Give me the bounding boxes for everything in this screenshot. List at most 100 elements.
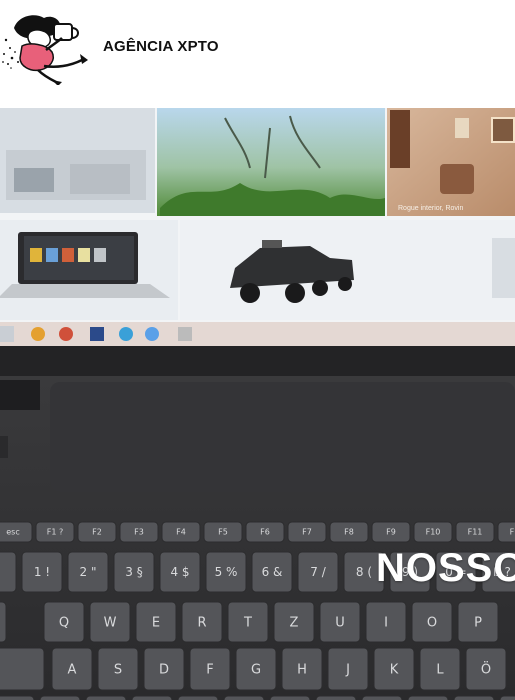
svg-text:^: ^ — [0, 565, 1, 579]
key[interactable] — [223, 695, 265, 700]
letter-key[interactable]: J — [327, 647, 369, 691]
letter-key[interactable]: Z — [273, 601, 315, 643]
key[interactable] — [131, 695, 173, 700]
svg-text:8 (: 8 ( — [356, 565, 372, 579]
svg-text:esc: esc — [6, 528, 20, 537]
function-key[interactable]: F11 — [455, 521, 495, 543]
function-key[interactable]: F3 — [119, 521, 159, 543]
letter-key[interactable]: U — [319, 601, 361, 643]
number-key[interactable]: 3 § — [113, 551, 155, 593]
svg-text:F2: F2 — [92, 528, 102, 537]
svg-text:F1 ?: F1 ? — [47, 528, 63, 537]
letter-key[interactable]: G — [235, 647, 277, 691]
letter-key[interactable]: E — [135, 601, 177, 643]
svg-text:F5: F5 — [218, 528, 228, 537]
svg-text:A: A — [68, 662, 77, 677]
svg-text:4 $: 4 $ — [170, 565, 189, 579]
function-key[interactable]: F9 — [371, 521, 411, 543]
letter-key[interactable]: A — [51, 647, 93, 691]
svg-text:P: P — [474, 615, 482, 630]
svg-text:1 !: 1 ! — [34, 565, 50, 579]
number-key[interactable]: ^ — [0, 551, 17, 593]
svg-text:T: T — [243, 615, 252, 630]
function-key[interactable]: esc — [0, 521, 33, 543]
mascot-logo-icon[interactable] — [0, 10, 95, 86]
svg-text:H: H — [297, 662, 307, 677]
function-key[interactable]: F4 — [161, 521, 201, 543]
number-key[interactable]: 1 ! — [21, 551, 63, 593]
key[interactable] — [453, 695, 495, 700]
function-key[interactable]: F7 — [287, 521, 327, 543]
svg-text:U: U — [335, 615, 345, 630]
svg-text:F11: F11 — [468, 528, 483, 537]
brand-name[interactable]: AGÊNCIA XPTO — [103, 38, 219, 55]
letter-key[interactable]: F — [189, 647, 231, 691]
number-key[interactable]: 4 $ — [159, 551, 201, 593]
svg-text:E: E — [152, 615, 160, 630]
svg-text:2 ": 2 " — [80, 565, 97, 579]
letter-key[interactable]: L — [419, 647, 461, 691]
hero-background-photo: Rogue interior, Rovin esc F1 ? F2 F3 F4 … — [0, 108, 515, 700]
svg-text:3 §: 3 § — [125, 565, 142, 579]
function-key[interactable]: F8 — [329, 521, 369, 543]
svg-text:Ö: Ö — [481, 660, 491, 677]
key[interactable] — [177, 695, 219, 700]
function-key[interactable]: F12 — [497, 521, 515, 543]
svg-text:F9: F9 — [386, 528, 396, 537]
svg-text:Z: Z — [290, 615, 299, 630]
number-key[interactable]: 7 / — [297, 551, 339, 593]
function-key[interactable]: F1 ? — [35, 521, 75, 543]
letter-key[interactable]: D — [143, 647, 185, 691]
letter-key[interactable]: Q — [43, 601, 85, 643]
svg-text:D: D — [159, 662, 169, 677]
svg-text:Q: Q — [59, 615, 69, 630]
number-key[interactable]: 2 " — [67, 551, 109, 593]
letter-key[interactable]: P — [457, 601, 499, 643]
key[interactable] — [499, 695, 515, 700]
function-key[interactable]: F10 — [413, 521, 453, 543]
letter-key[interactable]: H — [281, 647, 323, 691]
svg-text:G: G — [251, 662, 261, 677]
number-key[interactable]: 5 % — [205, 551, 247, 593]
letter-key[interactable]: W — [89, 601, 131, 643]
svg-text:5 %: 5 % — [215, 565, 238, 579]
key[interactable] — [85, 695, 127, 700]
letter-key[interactable]: O — [411, 601, 453, 643]
svg-text:F6: F6 — [260, 528, 270, 537]
caps-key[interactable] — [0, 647, 45, 691]
letter-key[interactable]: T — [227, 601, 269, 643]
svg-text:F10: F10 — [426, 528, 441, 537]
key[interactable] — [0, 695, 35, 700]
key[interactable] — [269, 695, 311, 700]
letter-key[interactable]: R — [181, 601, 223, 643]
key[interactable] — [315, 695, 357, 700]
letter-key[interactable]: Ö — [465, 647, 507, 691]
svg-text:L: L — [436, 662, 444, 677]
key[interactable] — [407, 695, 449, 700]
svg-text:F7: F7 — [302, 528, 312, 537]
svg-text:J: J — [345, 662, 350, 677]
svg-text:7 /: 7 / — [310, 565, 326, 579]
hero-title: NOSSO — [376, 546, 515, 590]
key[interactable] — [361, 695, 403, 700]
svg-text:F: F — [206, 662, 213, 677]
svg-text:K: K — [390, 662, 399, 677]
svg-text:F8: F8 — [344, 528, 354, 537]
svg-text:F12: F12 — [510, 528, 515, 537]
letter-key[interactable]: S — [97, 647, 139, 691]
key[interactable] — [39, 695, 81, 700]
tab-key[interactable] — [0, 601, 7, 643]
site-header: AGÊNCIA XPTO — [0, 0, 515, 108]
svg-text:F4: F4 — [176, 528, 186, 537]
letter-key[interactable]: I — [365, 601, 407, 643]
letter-key[interactable]: K — [373, 647, 415, 691]
function-key[interactable]: F6 — [245, 521, 285, 543]
function-key[interactable]: F2 — [77, 521, 117, 543]
svg-text:O: O — [427, 615, 437, 630]
number-key[interactable]: 6 & — [251, 551, 293, 593]
function-key[interactable]: F5 — [203, 521, 243, 543]
svg-text:F3: F3 — [134, 528, 144, 537]
svg-text:R: R — [197, 615, 206, 630]
svg-text:I: I — [384, 615, 388, 630]
svg-text:6 &: 6 & — [262, 565, 283, 579]
